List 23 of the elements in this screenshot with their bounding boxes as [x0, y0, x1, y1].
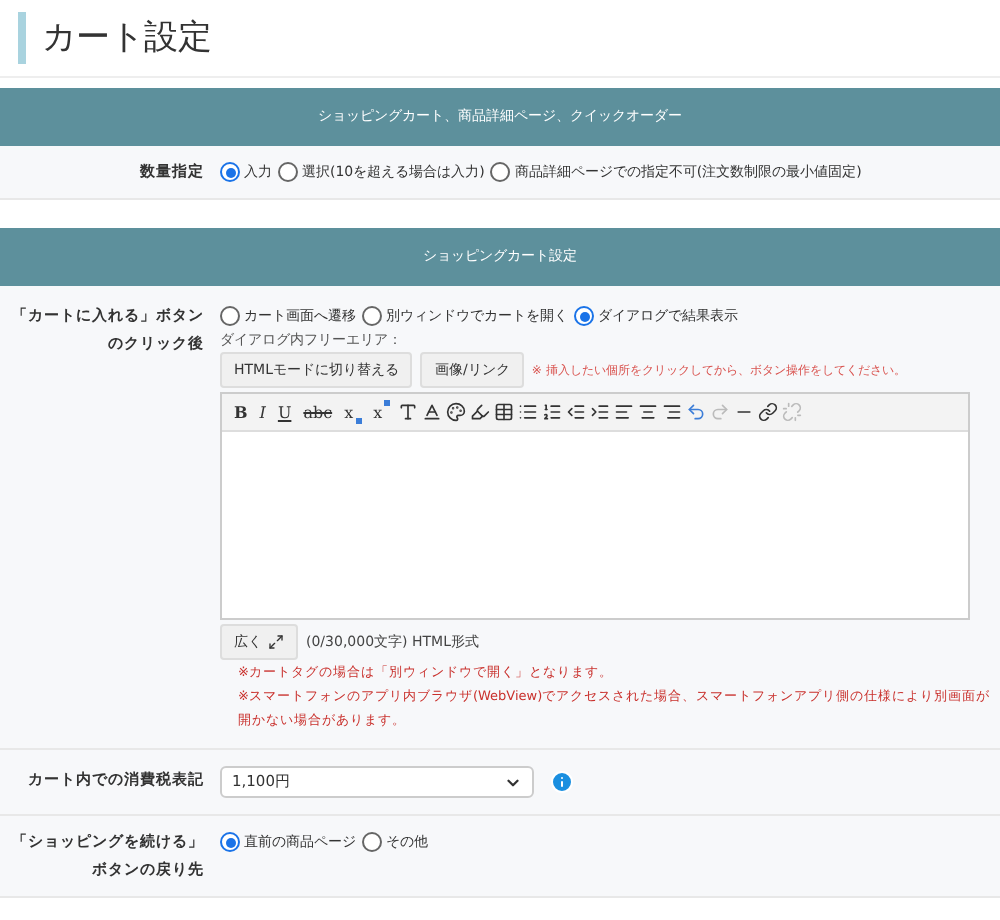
rich-text-editor[interactable]: B I U abc x x [220, 392, 970, 620]
align-center-icon[interactable] [638, 402, 659, 422]
underline-button[interactable]: U [273, 400, 296, 424]
align-left-icon[interactable] [614, 402, 635, 422]
sup-button[interactable]: x [369, 400, 395, 424]
bold-button[interactable]: B [230, 400, 252, 424]
page-title: カート設定 [18, 12, 212, 64]
link-icon[interactable] [758, 402, 779, 422]
italic-button[interactable]: I [255, 400, 270, 424]
strike-button[interactable]: abc [299, 400, 337, 424]
font-size-icon[interactable] [398, 402, 419, 422]
info-icon[interactable] [550, 770, 574, 794]
outdent-icon[interactable] [566, 402, 587, 422]
font-icon[interactable] [422, 402, 443, 422]
expand-icon [268, 634, 284, 650]
align-right-icon[interactable] [662, 402, 683, 422]
bullet-list-icon[interactable] [518, 402, 539, 422]
table-icon[interactable] [494, 402, 515, 422]
undo-icon[interactable] [686, 402, 707, 422]
numbered-list-icon[interactable] [542, 402, 563, 422]
sub-button[interactable]: x [340, 400, 366, 424]
indent-icon[interactable] [590, 402, 611, 422]
highlight-icon[interactable] [470, 402, 491, 422]
